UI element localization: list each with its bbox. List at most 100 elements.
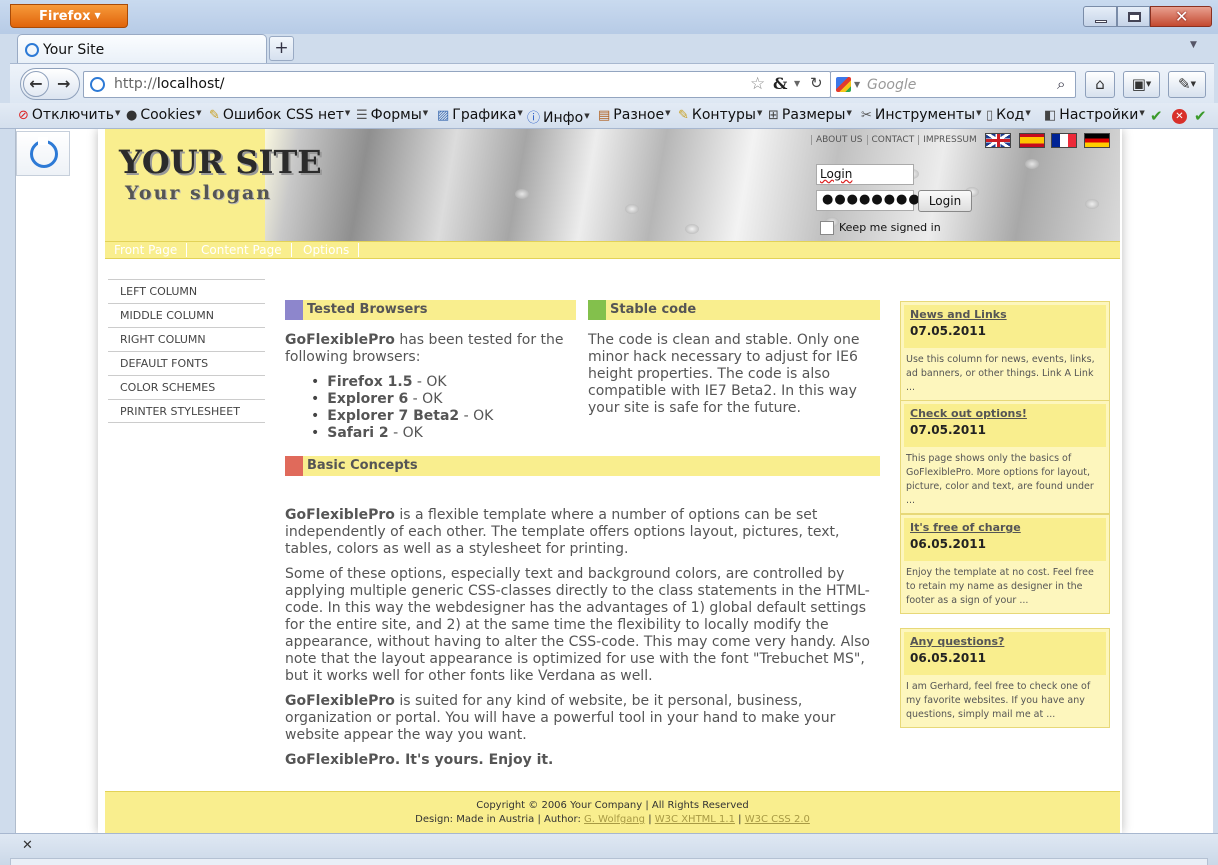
keep-signed-in-checkbox[interactable]	[820, 221, 834, 235]
news-text: I am Gerhard, feel free to check one of …	[906, 681, 1091, 720]
minimize-button[interactable]	[1083, 6, 1117, 27]
web-developer-toolbar: ⊘ Отключить▼ ● Cookies▼ ✎ Ошибок CSS нет▼ ☰…	[0, 103, 1218, 129]
site-identity-icon[interactable]	[90, 77, 105, 92]
keep-signed-in-label: Keep me signed in	[839, 221, 941, 234]
back-arrow-icon[interactable]: ←	[23, 71, 49, 97]
username-value: Login	[820, 167, 853, 181]
puzzle-icon: ✎	[1178, 75, 1191, 93]
reload-icon[interactable]: ↻	[810, 74, 823, 92]
news-title-link[interactable]: News and Links	[910, 308, 1100, 321]
sidebar-item-default-fonts[interactable]: DEFAULT FONTS	[108, 351, 265, 375]
tab-list-chevron-icon[interactable]: ▼	[1190, 40, 1197, 50]
site-title: YOUR SITE	[119, 143, 322, 181]
forward-arrow-icon[interactable]: →	[57, 74, 70, 93]
search-icon[interactable]: ⌕	[1057, 75, 1065, 93]
toolbar-item-disable[interactable]: ⊘ Отключить▼	[18, 107, 120, 123]
sidebar-item-printer-stylesheet[interactable]: PRINTER STYLESHEET	[108, 399, 265, 423]
link-about-us[interactable]: ABOUT US	[811, 135, 868, 145]
extension-panel[interactable]	[16, 131, 70, 176]
page-viewport: YOUR SITE Your slogan ABOUT US CONTACT IMP…	[15, 129, 1213, 833]
news-text: Use this column for news, events, links,…	[906, 354, 1095, 393]
toolbar-item-cookies[interactable]: ● Cookies▼	[126, 107, 202, 123]
css-link[interactable]: W3C CSS 2.0	[745, 814, 810, 825]
new-tab-button[interactable]: +	[269, 36, 294, 61]
login-password-field[interactable]: ●●●●●●●●	[816, 190, 920, 211]
toolbar-item-images[interactable]: ▨ Графика▼	[437, 107, 523, 123]
heading-text: Stable code	[610, 302, 697, 317]
nav-front-page[interactable]: Front Page	[105, 243, 188, 257]
news-box: Check out options! 07.05.2011 This page s…	[900, 400, 1110, 514]
toolbar-item-misc[interactable]: ▤ Разное▼	[598, 107, 671, 123]
minimize-icon	[1095, 20, 1107, 23]
toolbar-item-resize[interactable]: ⊞ Размеры▼	[768, 107, 852, 123]
left-sidebar-nav: LEFT COLUMN MIDDLE COLUMN RIGHT COLUMN D…	[108, 279, 265, 423]
nav-content-page[interactable]: Content Page	[192, 243, 292, 257]
news-title-link[interactable]: It's free of charge	[910, 521, 1100, 534]
browser-list: Firefox 1.5 - OK Explorer 6 - OK Explore…	[311, 374, 493, 442]
login-username-field[interactable]: Login	[816, 164, 914, 185]
info-icon: ⓘ	[527, 111, 541, 126]
close-icon[interactable]: ✕	[22, 838, 33, 853]
sidebar-item-middle-column[interactable]: MIDDLE COLUMN	[108, 303, 265, 327]
sidebar-item-left-column[interactable]: LEFT COLUMN	[108, 279, 265, 303]
navigation-toolbar: ← → http://localhost/ ☆ & ▼ ↻ ▼ Google ⌕…	[10, 63, 1214, 103]
flag-uk-icon[interactable]	[985, 133, 1011, 148]
checkmark-icon[interactable]: ✔	[1194, 107, 1207, 125]
window-titlebar: Firefox ▼ ✕	[0, 0, 1218, 34]
news-date: 06.05.2011	[910, 651, 986, 665]
nav-options[interactable]: Options	[294, 243, 360, 257]
sidebar-item-color-schemes[interactable]: COLOR SCHEMES	[108, 375, 265, 399]
maximize-icon	[1128, 12, 1141, 22]
toolbar-item-source[interactable]: ▯ Код▼	[986, 107, 1031, 123]
toolbar-item-forms[interactable]: ☰ Формы▼	[356, 107, 428, 123]
source-icon: ▯	[986, 108, 994, 123]
site-footer: Copyright © 2006 Your Company | All Righ…	[105, 791, 1120, 833]
toolbar-label: Ошибок CSS нет	[222, 107, 344, 123]
engine-dropdown-icon[interactable]: ▼	[854, 80, 860, 89]
error-icon[interactable]: ✕	[1172, 109, 1187, 124]
login-button[interactable]: Login	[918, 190, 972, 212]
close-icon: ✕	[1175, 7, 1189, 26]
addon-button[interactable]: ✎▼	[1168, 71, 1206, 98]
bookmark-star-icon[interactable]: ☆	[750, 74, 765, 94]
author-link[interactable]: G. Wolfgang	[584, 814, 645, 825]
flag-de-icon[interactable]	[1084, 133, 1110, 148]
xhtml-link[interactable]: W3C XHTML 1.1	[655, 814, 735, 825]
copyright-text: Copyright © 2006 Your Company | All Righ…	[476, 800, 749, 811]
flag-es-icon[interactable]	[1019, 133, 1045, 148]
back-forward-group: ← →	[20, 68, 80, 100]
home-button[interactable]: ⌂	[1085, 71, 1115, 98]
list-item: Explorer 6 - OK	[311, 391, 493, 408]
user-icon: ●	[126, 108, 138, 123]
misc-icon: ▤	[598, 108, 611, 123]
news-title-link[interactable]: Any questions?	[910, 635, 1100, 648]
toolbar-item-settings[interactable]: ◧ Настройки▼	[1044, 107, 1145, 123]
toolbar-label: Настройки	[1059, 107, 1139, 123]
news-text: This page shows only the basics of GoFle…	[906, 453, 1094, 506]
history-dropdown-icon[interactable]: ▼	[794, 79, 800, 88]
maximize-button[interactable]	[1117, 6, 1150, 27]
link-impressum[interactable]: IMPRESSUM	[919, 135, 981, 145]
toolbar-item-info[interactable]: ⓘ Инфо▼	[527, 107, 590, 126]
google-icon[interactable]	[836, 77, 851, 92]
news-title-link[interactable]: Check out options!	[910, 407, 1100, 420]
resize-icon: ⊞	[768, 108, 779, 123]
tab-your-site[interactable]: Your Site	[17, 34, 267, 64]
toolbar-item-css[interactable]: ✎ Ошибок CSS нет▼	[209, 107, 350, 123]
list-item: Explorer 7 Beta2 - OK	[311, 408, 493, 425]
flag-fr-icon[interactable]	[1051, 133, 1077, 148]
basic-concepts-heading: Basic Concepts	[285, 456, 880, 476]
link-contact[interactable]: CONTACT	[867, 135, 920, 145]
main-navigation: Front Page Content Page Options	[105, 241, 1120, 259]
sidebar-item-right-column[interactable]: RIGHT COLUMN	[108, 327, 265, 351]
search-bar[interactable]: ▼ Google ⌕	[830, 71, 1076, 98]
ampersand-icon[interactable]: &	[773, 74, 787, 93]
url-bar[interactable]: http://localhost/ ☆ & ▼ ↻	[83, 71, 831, 98]
close-window-button[interactable]: ✕	[1150, 6, 1212, 27]
toolbar-item-tools[interactable]: ✂ Инструменты▼	[861, 107, 981, 123]
bookmarks-button[interactable]: ▣▼	[1123, 71, 1160, 98]
url-text: http://localhost/	[114, 76, 225, 92]
firefox-menu-button[interactable]: Firefox ▼	[10, 4, 128, 28]
toolbar-item-outline[interactable]: ✎ Контуры▼	[678, 107, 762, 123]
checkmark-icon[interactable]: ✔	[1150, 107, 1163, 125]
